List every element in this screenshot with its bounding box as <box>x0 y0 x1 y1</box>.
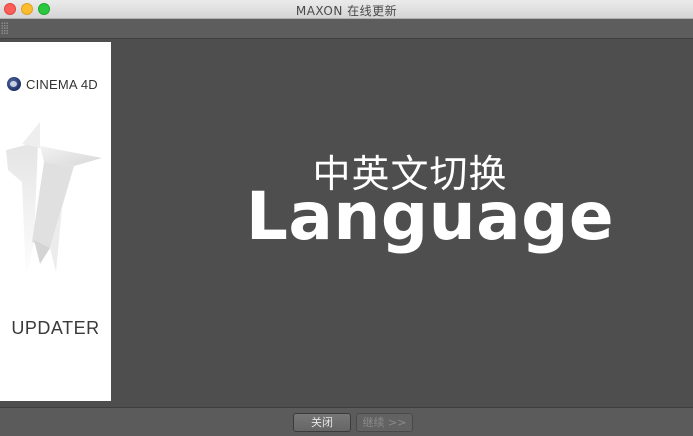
title-bar[interactable]: MAXON 在线更新 <box>0 0 693 19</box>
button-bar: 关闭 继续 >> <box>0 407 693 436</box>
updater-label: UPDATER <box>11 318 100 338</box>
version-17-graphic-icon <box>6 122 102 280</box>
cinema4d-logo-icon <box>7 77 21 91</box>
side-banner: CINEMA 4D UPDATER <box>0 42 111 401</box>
next-button[interactable]: 继续 >> <box>356 413 413 432</box>
close-button[interactable]: 关闭 <box>293 413 351 432</box>
logo-text: CINEMA 4D <box>26 76 98 92</box>
cinema4d-logo: CINEMA 4D <box>7 76 98 92</box>
grip-icon[interactable] <box>1 22 8 34</box>
updater-window: MAXON 在线更新 CINEMA 4D UPDATER 中英文切换 Langu… <box>0 0 693 436</box>
english-heading: Language <box>245 178 615 255</box>
window-title: MAXON 在线更新 <box>295 4 398 18</box>
toolbar-strip <box>0 19 693 39</box>
